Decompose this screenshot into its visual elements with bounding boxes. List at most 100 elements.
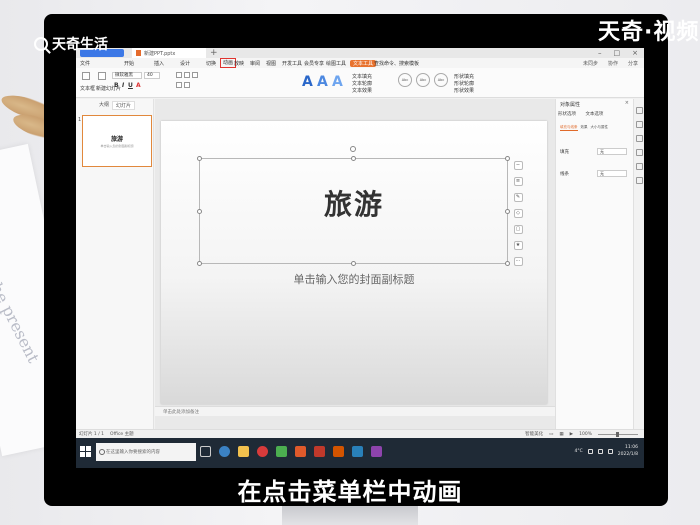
art-letter-2[interactable]: A — [317, 74, 328, 90]
close-pane-icon[interactable]: × — [625, 100, 629, 106]
view-normal-icon[interactable]: ▭ — [549, 432, 553, 437]
network-icon[interactable] — [597, 448, 603, 454]
menu-text-tools[interactable]: 文本工具 — [350, 60, 377, 67]
bold-button[interactable]: B — [114, 82, 119, 89]
windows-start-icon[interactable] — [80, 446, 92, 458]
format-icon[interactable] — [636, 149, 643, 156]
subtab-size[interactable]: 大小与属性 — [591, 125, 609, 131]
crop-icon[interactable]: ▢ — [513, 225, 523, 234]
play-icon[interactable]: ▶ — [570, 432, 573, 437]
menu-drawing-tools[interactable]: 绘图工具 — [326, 60, 346, 67]
animation-icon[interactable]: ★ — [513, 241, 523, 250]
properties-icon[interactable] — [636, 107, 643, 114]
task-view-icon[interactable] — [200, 446, 211, 457]
text-outline-button[interactable]: 文本轮廓 — [352, 80, 372, 87]
shape-fill-button[interactable]: 形状填充 — [454, 73, 474, 80]
tab-outline[interactable]: 大纲 — [96, 101, 112, 108]
close-icon[interactable]: × — [632, 48, 638, 58]
zoom-knob[interactable] — [616, 431, 619, 437]
shape-icon[interactable]: ◇ — [513, 209, 523, 218]
menu-insert[interactable]: 插入 — [154, 60, 164, 67]
zoom-slider[interactable] — [598, 431, 638, 437]
line-label[interactable]: 线条 — [560, 171, 569, 177]
more-icon[interactable]: ⋯ — [513, 257, 523, 266]
rotate-handle[interactable] — [350, 146, 356, 152]
resize-handle[interactable] — [351, 261, 356, 266]
fill-label[interactable]: 填充 — [560, 149, 569, 155]
wechat-icon[interactable] — [276, 446, 287, 457]
pencil-icon[interactable]: ✎ — [513, 193, 523, 202]
fill-select[interactable]: 无 — [597, 148, 627, 155]
shape-outline-button[interactable]: 形状轮廓 — [454, 80, 474, 87]
numbering-icon[interactable] — [184, 82, 190, 88]
media-icon[interactable] — [371, 446, 382, 457]
theme-name[interactable]: Office 主题 — [110, 431, 134, 437]
shape-style-1[interactable]: Abc — [398, 73, 412, 87]
history-icon[interactable] — [636, 177, 643, 184]
notes-area[interactable]: 单击此处添加备注 — [155, 406, 555, 416]
font-color-button[interactable]: A — [136, 82, 141, 89]
menu-view[interactable]: 视图 — [266, 60, 276, 67]
align-center-icon[interactable] — [184, 72, 190, 78]
subtab-fill-line[interactable]: 填充与线条 — [560, 125, 578, 131]
word-icon[interactable] — [352, 446, 363, 457]
slide-thumbnail[interactable]: 旅游 单击输入您的封面副标题 — [82, 115, 152, 167]
align-left-icon[interactable] — [176, 72, 182, 78]
browser-icon[interactable] — [257, 446, 268, 457]
animation-pane-icon[interactable] — [636, 135, 643, 142]
edge-icon[interactable] — [219, 446, 230, 457]
align-right-icon[interactable] — [192, 72, 198, 78]
smart-beautify-button[interactable]: 智能美化 — [525, 431, 543, 437]
tab-text-options[interactable]: 文本选项 — [585, 112, 603, 117]
slide[interactable]: 旅游 单击输入您的封面副标题 − ≡ ✎ ◇ ▢ ★ ⋯ — [161, 121, 547, 404]
text-effect-button[interactable]: 文本效果 — [352, 87, 372, 94]
font-name-select[interactable]: 微软雅黑 — [112, 72, 142, 79]
wps-icon[interactable] — [295, 446, 306, 457]
art-letter-3[interactable]: A — [332, 74, 343, 90]
view-grid-icon[interactable]: ▦ — [559, 432, 563, 437]
tab-slides[interactable]: 幻灯片 — [112, 101, 136, 110]
design-icon[interactable] — [636, 121, 643, 128]
menu-review[interactable]: 审阅 — [250, 60, 260, 67]
resize-handle[interactable] — [197, 156, 202, 161]
menu-file[interactable]: 文件 — [80, 60, 90, 67]
subtab-effects[interactable]: 效果 — [581, 125, 588, 131]
command-search[interactable]: 查找命令、搜索模板 — [374, 60, 419, 67]
slide-subtitle[interactable]: 单击输入您的封面副标题 — [161, 271, 547, 287]
transform-icon[interactable] — [636, 163, 643, 170]
folder-icon[interactable] — [238, 446, 249, 457]
menu-member[interactable]: 会员专享 — [304, 60, 324, 67]
bullets-icon[interactable] — [176, 82, 182, 88]
minimize-icon[interactable]: – — [598, 48, 602, 58]
slide-title[interactable]: 旅游 — [161, 183, 547, 223]
resize-handle[interactable] — [505, 156, 510, 161]
document-tab[interactable]: 新建PPT.pptx — [132, 48, 206, 58]
tab-shape-options[interactable]: 形状选项 — [558, 112, 576, 117]
line-select[interactable]: 无 — [597, 170, 627, 177]
weather-text[interactable]: 4°C — [575, 449, 583, 454]
collapse-icon[interactable]: − — [513, 161, 523, 170]
volume-icon[interactable] — [607, 448, 613, 454]
shape-effect-button[interactable]: 形状效果 — [454, 87, 474, 94]
menu-home[interactable]: 开始 — [124, 60, 134, 67]
zoom-level[interactable]: 100% — [579, 432, 592, 437]
layers-icon[interactable]: ≡ — [513, 177, 523, 186]
shape-style-2[interactable]: Abc — [416, 73, 430, 87]
text-fill-button[interactable]: 文本填充 — [352, 73, 372, 80]
sync-status[interactable]: 未同步 — [583, 60, 598, 67]
textbox-button[interactable]: 文本框 — [80, 85, 95, 92]
new-tab-button[interactable]: + — [210, 48, 218, 58]
collab-button[interactable]: 协作 — [608, 60, 618, 67]
resize-handle[interactable] — [505, 261, 510, 266]
taskbar-search[interactable]: 在这里输入你要搜索的内容 — [96, 443, 196, 461]
app-icon[interactable] — [314, 446, 325, 457]
art-letter-1[interactable]: A — [302, 74, 313, 90]
ppt-icon[interactable] — [333, 446, 344, 457]
maximize-icon[interactable]: □ — [614, 48, 621, 58]
italic-button[interactable]: I — [122, 82, 124, 89]
underline-button[interactable]: U — [128, 82, 133, 89]
shape-style-3[interactable]: Abc — [434, 73, 448, 87]
paste-icon[interactable] — [82, 72, 90, 80]
resize-handle[interactable] — [351, 156, 356, 161]
menu-transition[interactable]: 切换 — [206, 60, 216, 67]
